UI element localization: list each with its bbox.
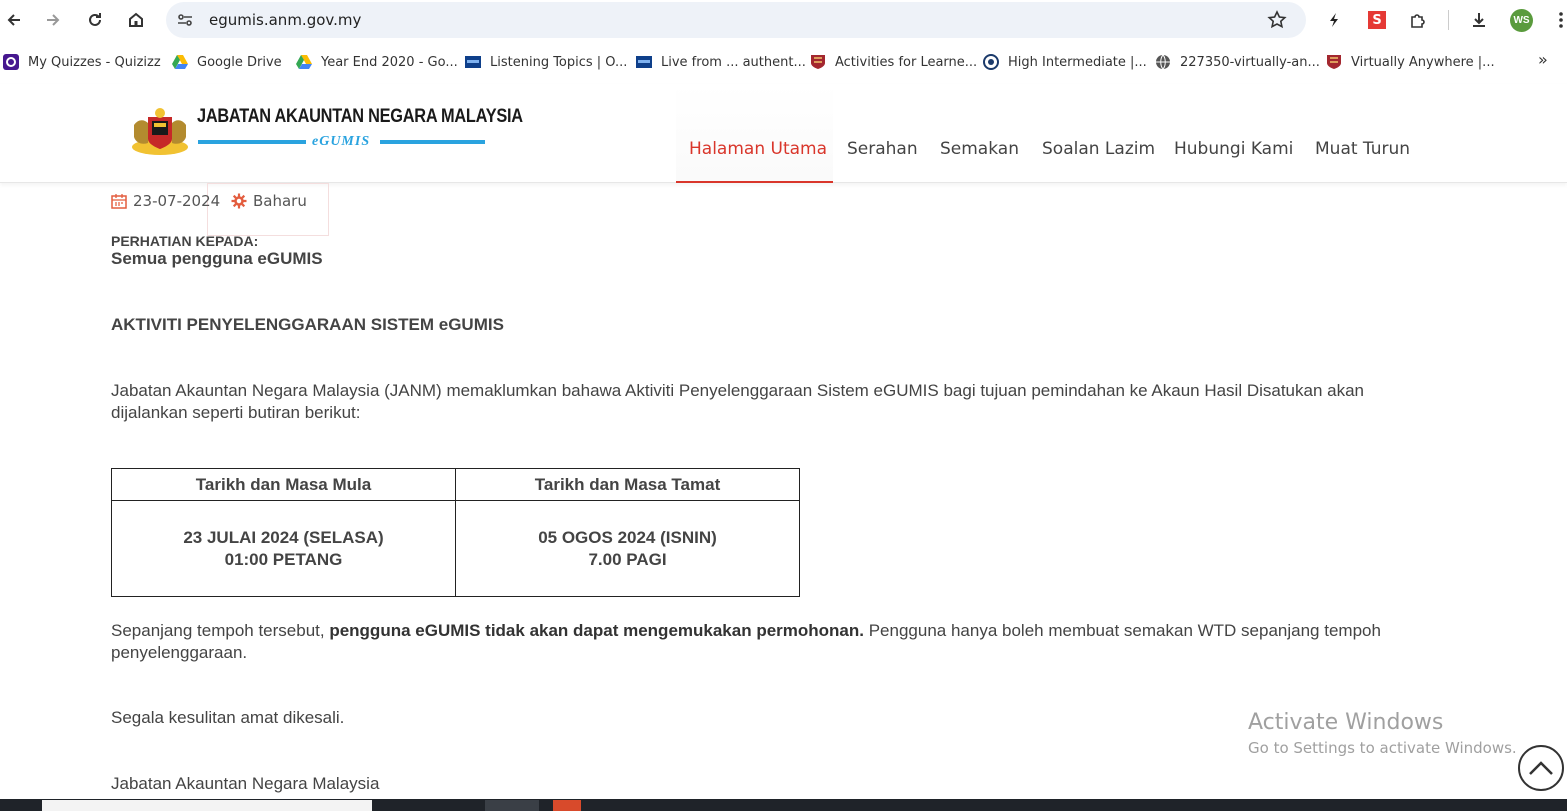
globe-target-icon: [983, 54, 999, 70]
download-icon[interactable]: [1468, 9, 1490, 31]
table-header: Tarikh dan Masa Mula: [111, 468, 456, 501]
home-icon[interactable]: [124, 8, 148, 32]
signoff-text: Jabatan Akauntan Negara Malaysia: [111, 774, 380, 793]
nav-muat-turun[interactable]: Muat Turun: [1315, 139, 1410, 159]
article-heading: AKTIVITI PENYELENGGARAAN SISTEM eGUMIS: [111, 315, 504, 334]
s-extension-icon[interactable]: S: [1368, 11, 1386, 29]
extensions-puzzle-icon[interactable]: [1407, 9, 1429, 31]
article-intro: Jabatan Akauntan Negara Malaysia (JANM) …: [111, 381, 1365, 422]
profile-avatar[interactable]: WS: [1510, 9, 1533, 32]
table-row: 23 JULAI 2024 (SELASA) 01:00 PETANG 05 O…: [111, 500, 800, 597]
bookmarks-bar: My Quizzes - Quizizz Google Drive Year E…: [0, 42, 1567, 82]
google-drive-icon: [296, 54, 312, 70]
coat-of-arms-icon[interactable]: [128, 107, 192, 159]
notice-paragraph: Sepanjang tempoh tersebut, pengguna eGUM…: [111, 621, 1381, 662]
taskbar-search[interactable]: [42, 800, 372, 811]
logo-divider: [380, 140, 485, 144]
nav-hubungi-kami[interactable]: Hubungi Kami: [1174, 139, 1293, 159]
forward-arrow-icon[interactable]: [41, 8, 65, 32]
attention-target: Semua pengguna eGUMIS: [111, 249, 323, 268]
site-settings-icon[interactable]: [176, 11, 194, 29]
toolbar-divider: [1448, 10, 1449, 30]
bookmark-item[interactable]: Live from ... authent...: [636, 52, 806, 72]
bookmark-item[interactable]: Google Drive: [172, 52, 282, 72]
bookmark-star-icon[interactable]: [1266, 9, 1288, 31]
taskbar-app[interactable]: [485, 800, 539, 811]
table-header: Tarikh dan Masa Tamat: [455, 468, 800, 501]
lightning-extension-icon[interactable]: [1323, 9, 1345, 31]
quizizz-icon: [3, 54, 19, 70]
table-header-row: Tarikh dan Masa Mula Tarikh dan Masa Tam…: [111, 468, 800, 501]
chevron-up-icon: [1529, 761, 1553, 775]
nav-soalan-lazim[interactable]: Soalan Lazim: [1042, 139, 1155, 159]
apology-text: Segala kesulitan amat dikesali.: [111, 708, 345, 727]
bookmark-item[interactable]: Year End 2020 - Go...: [296, 52, 458, 72]
bookmark-item[interactable]: 227350-virtually-an...: [1155, 52, 1320, 72]
site-header: JABATAN AKAUNTAN NEGARA MALAYSIA eGUMIS …: [0, 84, 1567, 183]
back-arrow-icon[interactable]: [2, 8, 26, 32]
article-category[interactable]: Baharu: [231, 192, 307, 210]
bookmark-item[interactable]: Listening Topics | O...: [465, 52, 627, 72]
browser-toolbar: egumis.anm.gov.my S WS: [0, 0, 1567, 40]
kebab-menu-icon[interactable]: [1550, 9, 1567, 31]
address-bar[interactable]: egumis.anm.gov.my: [166, 2, 1306, 38]
bookmark-item[interactable]: High Intermediate |...: [983, 52, 1147, 72]
table-cell-end: 05 OGOS 2024 (ISNIN) 7.00 PAGI: [455, 500, 800, 597]
activation-watermark: Activate Windows Go to Settings to activ…: [1248, 710, 1517, 757]
more-bookmarks-chevron-icon[interactable]: »: [1538, 50, 1548, 69]
cambridge-icon: [810, 54, 826, 70]
nav-halaman-utama[interactable]: Halaman Utama: [689, 139, 827, 159]
scroll-to-top-button[interactable]: [1518, 745, 1564, 791]
calendar-icon: [111, 193, 127, 209]
table-cell-start: 23 JULAI 2024 (SELASA) 01:00 PETANG: [111, 500, 456, 597]
cambridge-icon: [1326, 54, 1342, 70]
globe-icon: [1155, 54, 1171, 70]
google-drive-icon: [172, 54, 188, 70]
logo-title[interactable]: JABATAN AKAUNTAN NEGARA MALAYSIA: [197, 106, 523, 128]
logo-divider: [198, 140, 306, 144]
schedule-table: Tarikh dan Masa Mula Tarikh dan Masa Tam…: [111, 468, 800, 597]
active-menu-indicator: [676, 84, 833, 183]
reload-icon[interactable]: [83, 8, 107, 32]
gear-icon: [231, 193, 247, 209]
bookmark-item[interactable]: Virtually Anywhere |...: [1326, 52, 1495, 72]
bookmark-item[interactable]: My Quizzes - Quizizz: [3, 52, 161, 72]
nav-semakan[interactable]: Semakan: [940, 139, 1019, 159]
site-icon: [465, 54, 481, 70]
taskbar-app[interactable]: [553, 800, 581, 811]
bookmark-item[interactable]: Activities for Learne...: [810, 52, 977, 72]
logo-subtitle: eGUMIS: [312, 134, 371, 149]
site-icon: [636, 54, 652, 70]
article-date: 23-07-2024: [111, 192, 220, 210]
nav-serahan[interactable]: Serahan: [847, 139, 918, 159]
url-text: egumis.anm.gov.my: [209, 11, 362, 29]
